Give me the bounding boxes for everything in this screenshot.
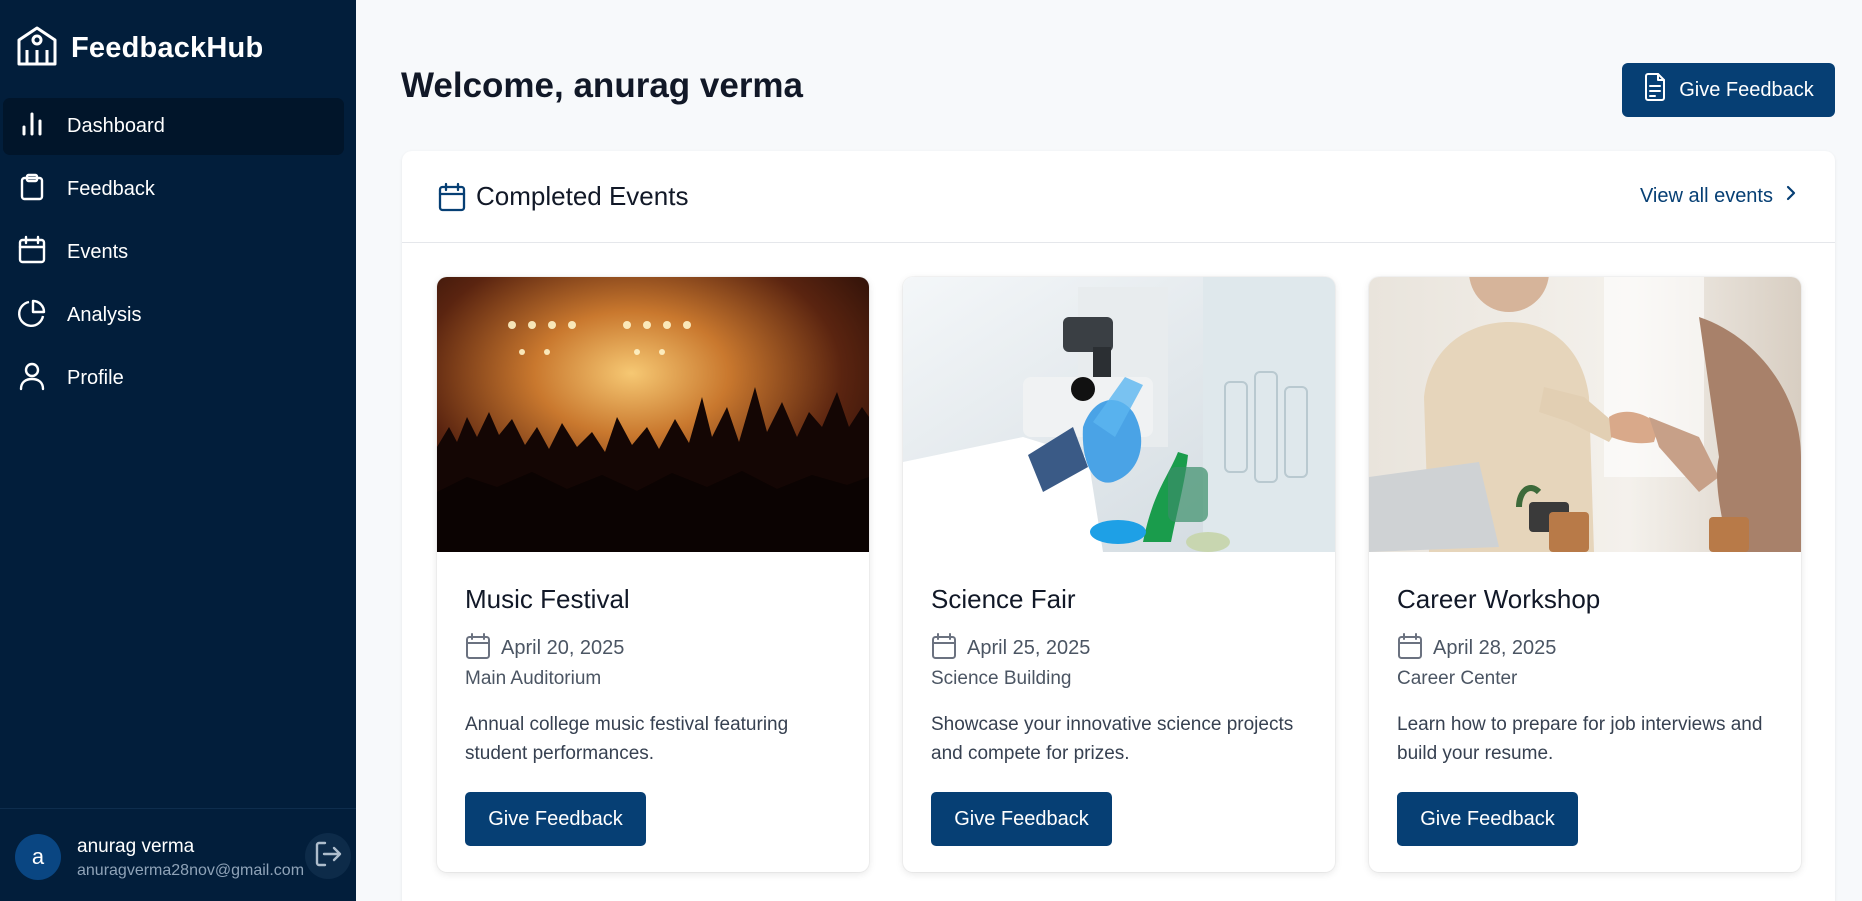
event-description: Learn how to prepare for job interviews … xyxy=(1397,714,1763,764)
event-date: April 28, 2025 xyxy=(1433,637,1557,659)
sidebar-item-label: Feedback xyxy=(67,178,155,200)
event-description: Annual college music festival featuring … xyxy=(465,714,789,764)
avatar[interactable]: a xyxy=(15,834,61,880)
panel-title: Completed Events xyxy=(476,181,689,211)
event-date: April 25, 2025 xyxy=(967,637,1091,659)
laboratory-photo xyxy=(903,277,1335,552)
user-icon xyxy=(17,361,67,396)
event-venue: Main Auditorium xyxy=(465,668,602,689)
sidebar-item-label: Profile xyxy=(67,367,124,389)
sidebar-item-analysis[interactable]: Analysis xyxy=(3,287,344,344)
document-icon xyxy=(1643,73,1667,107)
calendar-icon xyxy=(438,182,466,212)
give-feedback-button[interactable]: Give Feedback xyxy=(931,792,1112,846)
logout-icon xyxy=(313,839,343,874)
event-date-row: April 20, 2025 xyxy=(465,632,624,665)
event-card: Science Fair April 25, 2025 Science Buil… xyxy=(903,277,1335,872)
event-venue: Career Center xyxy=(1397,668,1518,689)
brand[interactable]: FeedbackHub xyxy=(15,24,263,73)
brand-name: FeedbackHub xyxy=(71,32,264,64)
user-panel: a anurag verma anuragverma28nov@gmail.co… xyxy=(0,808,356,901)
sidebar: FeedbackHub Dashboard Feedback Events An… xyxy=(0,0,356,901)
event-cards: Music Festival April 20, 2025 Main Audit… xyxy=(437,277,1801,872)
sidebar-item-events[interactable]: Events xyxy=(3,224,344,281)
sidebar-item-label: Events xyxy=(67,241,129,263)
event-title: Music Festival xyxy=(465,584,630,614)
sidebar-item-dashboard[interactable]: Dashboard xyxy=(3,98,344,155)
event-date-row: April 25, 2025 xyxy=(931,632,1090,665)
event-card: Music Festival April 20, 2025 Main Audit… xyxy=(437,277,869,872)
panel-header: Completed Events View all events xyxy=(402,151,1835,243)
handshake-photo xyxy=(1369,277,1801,552)
pie-chart-icon xyxy=(17,298,67,333)
logout-button[interactable] xyxy=(305,833,351,879)
sidebar-item-profile[interactable]: Profile xyxy=(3,350,344,407)
clipboard-icon xyxy=(17,172,67,207)
give-feedback-button[interactable]: Give Feedback xyxy=(465,792,646,846)
university-icon xyxy=(15,24,59,73)
event-title: Science Fair xyxy=(931,584,1076,614)
sidebar-item-label: Analysis xyxy=(67,304,142,326)
calendar-icon xyxy=(1397,632,1423,665)
give-feedback-button[interactable]: Give Feedback xyxy=(1622,63,1835,117)
event-title: Career Workshop xyxy=(1397,584,1601,614)
event-venue: Science Building xyxy=(931,668,1072,689)
sidebar-nav: Dashboard Feedback Events Analysis Profi… xyxy=(3,98,344,413)
event-date: April 20, 2025 xyxy=(501,637,625,659)
event-date-row: April 28, 2025 xyxy=(1397,632,1556,665)
event-card: Career Workshop April 28, 2025 Career Ce… xyxy=(1369,277,1801,872)
calendar-icon xyxy=(17,235,67,270)
calendar-icon xyxy=(465,632,491,665)
completed-events-panel: Completed Events View all events Music F… xyxy=(402,151,1835,901)
sidebar-item-label: Dashboard xyxy=(67,115,165,137)
give-feedback-label: Give Feedback xyxy=(1679,78,1814,101)
view-all-events-link[interactable]: View all events xyxy=(1640,184,1799,208)
calendar-icon xyxy=(931,632,957,665)
sidebar-item-feedback[interactable]: Feedback xyxy=(3,161,344,218)
user-name: anurag verma xyxy=(77,836,195,857)
give-feedback-button[interactable]: Give Feedback xyxy=(1397,792,1578,846)
page-title: Welcome, anurag verma xyxy=(401,66,804,105)
bar-chart-icon xyxy=(17,109,67,144)
view-all-label: View all events xyxy=(1639,184,1773,207)
user-email: anuragverma28nov@gmail.com xyxy=(77,862,305,879)
event-description: Showcase your innovative science project… xyxy=(931,714,1294,764)
chevron-right-icon xyxy=(1783,184,1799,208)
concert-crowd-photo xyxy=(437,277,869,552)
